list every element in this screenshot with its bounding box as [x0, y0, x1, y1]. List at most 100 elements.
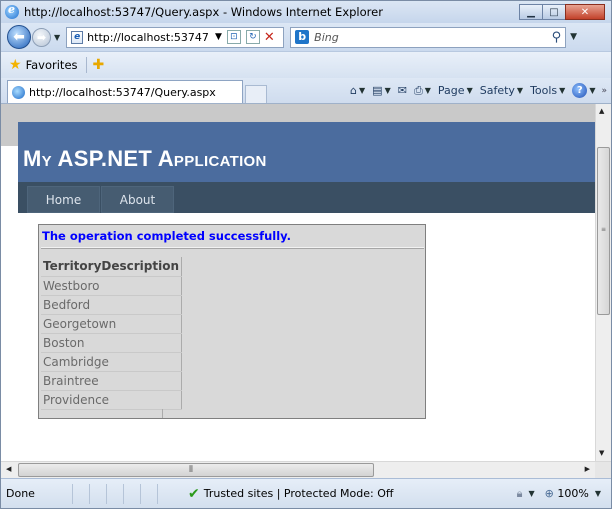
- main-content: The operation completed successfully. Te…: [18, 213, 595, 461]
- grid-cell: Boston: [41, 333, 183, 353]
- tools-menu[interactable]: Tools: [530, 84, 557, 97]
- home-icon[interactable]: ⌂: [350, 84, 357, 97]
- safety-menu[interactable]: Safety: [480, 84, 515, 97]
- forward-button[interactable]: ➡: [32, 27, 51, 47]
- table-row: Cambridge: [41, 352, 183, 372]
- recent-pages-dropdown[interactable]: ▼: [54, 33, 60, 42]
- address-bar[interactable]: e http://localhost:53747 ▼ ⊡ ↻ ✕: [66, 26, 285, 48]
- grid-cell: Cambridge: [41, 352, 183, 372]
- search-box[interactable]: b Bing ⚲: [290, 26, 567, 48]
- minimize-icon: ▁: [527, 6, 535, 18]
- search-icon[interactable]: ⚲: [552, 30, 562, 45]
- stop-icon[interactable]: ✕: [264, 30, 275, 45]
- refresh-icon[interactable]: ↻: [245, 30, 260, 44]
- grid-cell: Bedford: [41, 295, 183, 315]
- site-title: My ASP.NET Application: [23, 146, 267, 171]
- more-commands-chevron-icon[interactable]: »: [601, 86, 607, 96]
- maximize-icon: □: [549, 6, 559, 18]
- close-button[interactable]: ✕: [565, 4, 605, 20]
- status-bar: Done ✔ Trusted sites | Protected Mode: O…: [1, 478, 611, 508]
- grid-cell: Georgetown: [41, 314, 183, 334]
- page-menu[interactable]: Page: [438, 84, 465, 97]
- window-title: http://localhost:53747/Query.aspx - Wind…: [24, 5, 383, 19]
- table-row: Bedford: [41, 295, 183, 315]
- security-zone[interactable]: ✔ Trusted sites | Protected Mode: Off: [188, 486, 393, 502]
- favorites-button[interactable]: Favorites: [26, 58, 78, 72]
- title-bar: http://localhost:53747/Query.aspx - Wind…: [1, 1, 611, 23]
- web-page: My ASP.NET Application Home About The op…: [1, 104, 595, 461]
- scroll-left-arrow-icon[interactable]: ◀: [6, 465, 11, 473]
- message-divider: [41, 247, 424, 249]
- read-mail-icon[interactable]: ✉: [398, 84, 407, 97]
- status-right-controls: 🔒︎ ▼ ⊕ 100% ▼: [517, 487, 611, 501]
- menu-item-about[interactable]: About: [101, 186, 174, 213]
- minimize-button[interactable]: ▁: [519, 4, 543, 20]
- bing-icon: b: [295, 30, 310, 44]
- grid-column-header: TerritoryDescription: [41, 257, 183, 277]
- grid-footer-strip: [41, 409, 163, 418]
- favorites-bar: ★ Favorites ✚: [1, 51, 611, 78]
- grid-cell: Braintree: [41, 371, 183, 391]
- scroll-down-arrow-icon[interactable]: ▼: [599, 449, 604, 457]
- window-controls: ▁ □ ✕: [519, 4, 605, 20]
- table-row: Braintree: [41, 371, 183, 391]
- new-tab-button[interactable]: [245, 85, 267, 103]
- add-to-favorites-bar-icon[interactable]: ✚: [93, 57, 105, 73]
- back-button[interactable]: ⬅: [7, 25, 31, 49]
- protected-mode-icon[interactable]: 🔒︎: [517, 487, 523, 501]
- status-segment: [123, 483, 140, 504]
- status-text: Done: [6, 487, 35, 500]
- protected-mode-dropdown-icon[interactable]: ▼: [529, 489, 535, 498]
- ie-window: http://localhost:53747/Query.aspx - Wind…: [0, 0, 612, 509]
- vertical-scroll-thumb[interactable]: ≡: [597, 147, 610, 315]
- zoom-control[interactable]: ⊕ 100%: [545, 487, 589, 500]
- vertical-scrollbar[interactable]: ▲ ≡ ▼: [595, 104, 611, 461]
- home-dropdown-icon[interactable]: ▼: [359, 86, 365, 95]
- table-row: Georgetown: [41, 314, 183, 334]
- back-arrow-icon: ⬅: [13, 29, 25, 45]
- print-icon[interactable]: ⎙: [414, 84, 423, 98]
- search-options-dropdown[interactable]: ▼: [570, 32, 577, 42]
- table-row: Westboro: [41, 276, 183, 296]
- tab-row: http://localhost:53747/Query.aspx ⌂ ▼ ▤ ▼ …: [1, 78, 611, 103]
- zoom-icon: ⊕: [544, 487, 554, 500]
- feeds-icon[interactable]: ▤: [372, 84, 382, 97]
- scroll-up-arrow-icon[interactable]: ▲: [599, 107, 604, 115]
- help-icon[interactable]: ?: [572, 83, 588, 98]
- favorites-star-icon: ★: [9, 57, 22, 73]
- scroll-grip-icon: ≡: [601, 226, 607, 233]
- page-icon: e: [71, 30, 84, 44]
- horizontal-scroll-thumb[interactable]: ⦀: [18, 463, 374, 477]
- menu-item-home[interactable]: Home: [27, 186, 100, 213]
- status-segment: [89, 483, 106, 504]
- grid-cell: Providence: [41, 390, 183, 410]
- safety-menu-dropdown-icon[interactable]: ▼: [517, 86, 523, 95]
- compatibility-view-icon[interactable]: ⊡: [226, 30, 241, 44]
- search-placeholder[interactable]: Bing: [314, 31, 339, 44]
- territory-grid: TerritoryDescription Westboro Bedford Ge…: [41, 257, 183, 410]
- maximize-button[interactable]: □: [542, 4, 566, 20]
- grid-header-row: TerritoryDescription: [41, 257, 183, 277]
- zoom-level: 100%: [557, 487, 589, 500]
- tools-menu-dropdown-icon[interactable]: ▼: [559, 86, 565, 95]
- address-url[interactable]: http://localhost:53747: [87, 31, 209, 44]
- status-segment: [157, 483, 174, 504]
- zoom-dropdown-icon[interactable]: ▼: [595, 489, 601, 498]
- navigation-bar: ⬅ ➡ ▼ e http://localhost:53747 ▼ ⊡ ↻ ✕ b…: [1, 23, 611, 51]
- command-bar: ⌂ ▼ ▤ ▼ ✉ ⎙ ▼ Page ▼ Safety ▼ Tools ▼ ? ▼ »: [343, 78, 611, 103]
- feeds-dropdown-icon[interactable]: ▼: [385, 86, 391, 95]
- tab-query-page[interactable]: http://localhost:53747/Query.aspx: [7, 80, 243, 103]
- scroll-right-arrow-icon[interactable]: ▶: [585, 465, 590, 473]
- content-viewport: My ASP.NET Application Home About The op…: [1, 103, 611, 461]
- status-segment: [106, 483, 123, 504]
- close-icon: ✕: [580, 6, 590, 18]
- address-dropdown-icon[interactable]: ▼: [215, 32, 222, 42]
- favorites-separator: [85, 57, 87, 73]
- checkmark-icon: ✔: [188, 485, 200, 502]
- page-menu-dropdown-icon[interactable]: ▼: [467, 86, 473, 95]
- print-dropdown-icon[interactable]: ▼: [425, 86, 431, 95]
- help-dropdown-icon[interactable]: ▼: [589, 86, 595, 95]
- status-message: The operation completed successfully.: [42, 229, 291, 243]
- horizontal-scrollbar[interactable]: ◀ ⦀ ▶: [1, 461, 611, 478]
- security-zone-label: Trusted sites | Protected Mode: Off: [203, 487, 394, 500]
